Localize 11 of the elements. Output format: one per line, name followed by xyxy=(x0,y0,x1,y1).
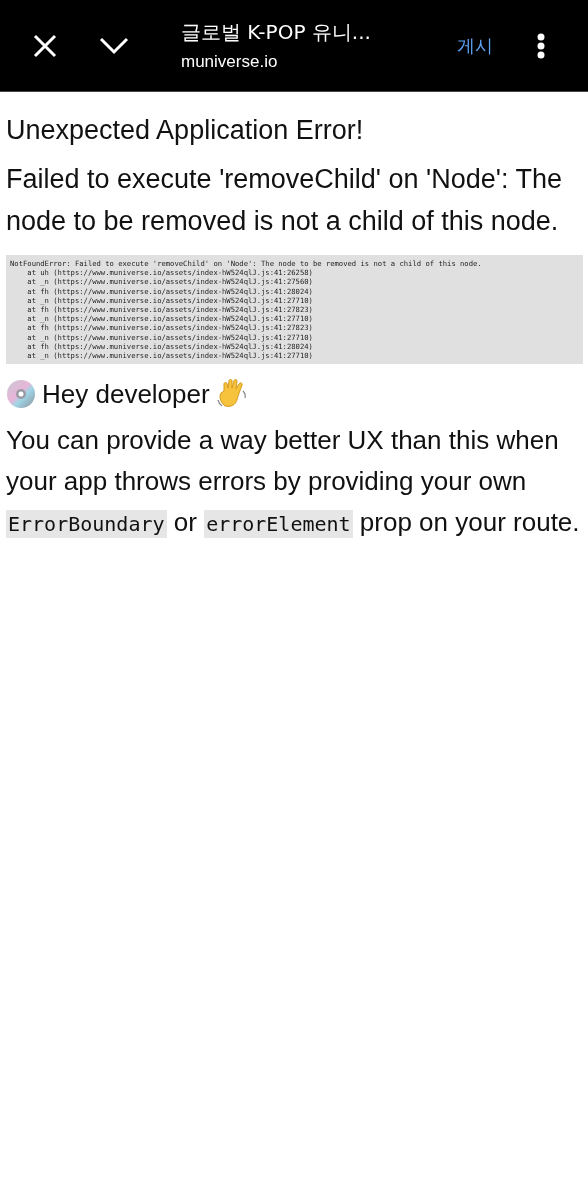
chevron-down-icon[interactable] xyxy=(99,36,129,55)
page-url: muniverse.io xyxy=(181,52,279,72)
hint-heading: Hey developer xyxy=(42,378,210,410)
disc-icon xyxy=(6,379,36,410)
error-message: Failed to execute 'removeChild' on 'Node': The node to be removed is not a child of this node. xyxy=(6,163,563,238)
error-title: Unexpected Application Error! xyxy=(6,114,365,147)
hint-paragraph: You can provide a way better UX than this when your app throws errors by providing your own ErrorBoundary or errorElement prop on your route. xyxy=(6,424,581,541)
post-button[interactable]: 게시 xyxy=(451,29,499,62)
more-icon[interactable] xyxy=(537,32,545,59)
page-title: 글로벌 K-POP 유니... xyxy=(181,19,372,46)
close-icon[interactable] xyxy=(33,33,57,58)
